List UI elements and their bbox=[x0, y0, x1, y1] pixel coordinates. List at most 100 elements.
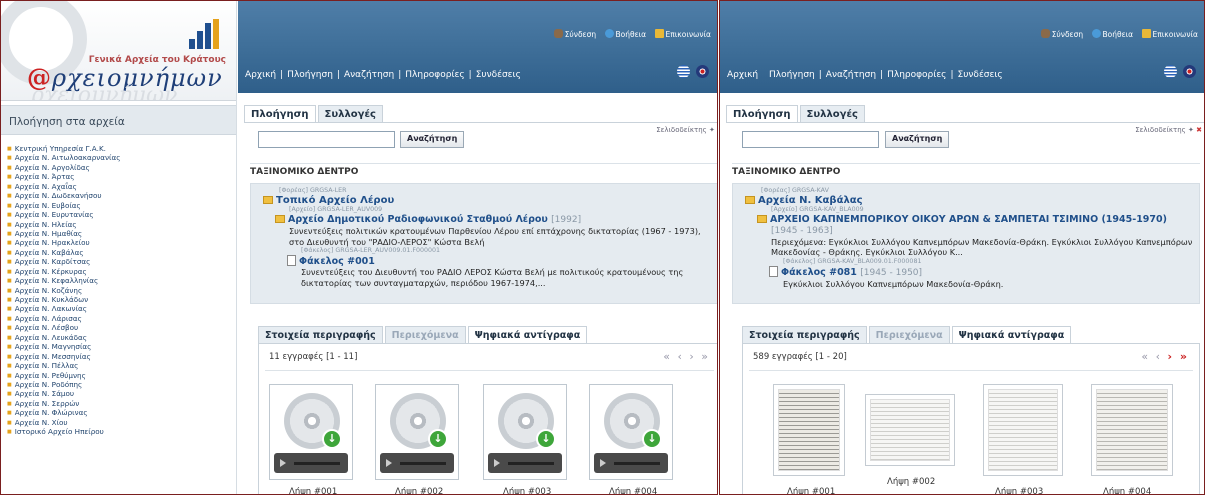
tab-browse[interactable]: Πλοήγηση bbox=[726, 105, 798, 123]
nav-info[interactable]: Πληροφορίες bbox=[405, 70, 464, 80]
nav-links[interactable]: Συνδέσεις bbox=[958, 70, 1003, 80]
tree-node-repository[interactable]: Τοπικό Αρχείο Λέρου bbox=[251, 195, 717, 206]
pager[interactable]: « ‹ › » bbox=[663, 350, 710, 363]
sidebar-item[interactable]: Αρχεία Ν. Δωδεκανήσου bbox=[7, 191, 236, 200]
sidebar-item[interactable]: Αρχεία Ν. Φλώρινας bbox=[7, 408, 236, 417]
scan-thumbnail[interactable] bbox=[773, 384, 845, 476]
download-icon[interactable]: ↓ bbox=[322, 429, 342, 449]
nav-info[interactable]: Πληροφορίες bbox=[887, 70, 946, 80]
nav-search[interactable]: Αναζήτηση bbox=[344, 70, 394, 80]
login-link[interactable]: Σύνδεση bbox=[553, 29, 596, 39]
item-caption[interactable]: Λήψη #001 bbox=[787, 487, 835, 494]
sidebar-item[interactable]: Αρχεία Ν. Λέσβου bbox=[7, 323, 236, 332]
tab-browse[interactable]: Πλοήγηση bbox=[244, 105, 316, 123]
tab-collections[interactable]: Συλλογές bbox=[799, 105, 865, 123]
sidebar-item[interactable]: Αρχεία Ν. Κυκλάδων bbox=[7, 295, 236, 304]
sidebar-item[interactable]: Αρχεία Ν. Ευρυτανίας bbox=[7, 210, 236, 219]
greek-flag-icon[interactable] bbox=[677, 65, 690, 78]
help-link[interactable]: Βοήθεια bbox=[604, 29, 646, 39]
sidebar-item[interactable]: Αρχεία Ν. Αχαΐας bbox=[7, 182, 236, 191]
tab-description[interactable]: Στοιχεία περιγραφής bbox=[742, 326, 867, 344]
tab-contents[interactable]: Περιεχόμενα bbox=[384, 326, 466, 344]
item-caption[interactable]: Λήψη #003 bbox=[503, 487, 551, 494]
sidebar-item[interactable]: Αρχεία Ν. Ηρακλείου bbox=[7, 238, 236, 247]
audio-thumbnail[interactable]: ↓ bbox=[269, 384, 353, 480]
search-button[interactable]: Αναζήτηση bbox=[885, 131, 950, 148]
audio-thumbnail[interactable]: ↓ bbox=[375, 384, 459, 480]
nav-links[interactable]: Συνδέσεις bbox=[476, 70, 521, 80]
nav-search[interactable]: Αναζήτηση bbox=[826, 70, 876, 80]
sidebar-item[interactable]: Αρχεία Ν. Πέλλας bbox=[7, 361, 236, 370]
site-logo[interactable]: Γενικά Αρχεία του Κράτους @ρχειομνήμων ρ… bbox=[1, 1, 236, 101]
sidebar-item[interactable]: Αρχεία Ν. Λευκάδας bbox=[7, 333, 236, 342]
item-caption[interactable]: Λήψη #003 bbox=[995, 487, 1043, 494]
sidebar-item[interactable]: Αρχεία Ν. Μεσσηνίας bbox=[7, 352, 236, 361]
item-caption[interactable]: Λήψη #004 bbox=[609, 487, 657, 494]
audio-thumbnail[interactable]: ↓ bbox=[589, 384, 673, 480]
contact-link[interactable]: Επικοινωνία bbox=[1141, 29, 1198, 39]
download-icon[interactable]: ↓ bbox=[428, 429, 448, 449]
search-input[interactable] bbox=[742, 131, 879, 148]
pager[interactable]: « ‹ › » bbox=[1141, 350, 1189, 363]
sidebar-item[interactable]: Αρχεία Ν. Ρεθύμνης bbox=[7, 371, 236, 380]
sidebar-item[interactable]: Αρχεία Ν. Ημαθίας bbox=[7, 229, 236, 238]
sidebar-item[interactable]: Αρχεία Ν. Σερρών bbox=[7, 399, 236, 408]
sidebar-item[interactable]: Κεντρική Υπηρεσία Γ.Α.Κ. bbox=[7, 144, 236, 153]
nav-browse[interactable]: Πλοήγηση bbox=[769, 70, 815, 80]
audio-player[interactable] bbox=[594, 453, 668, 473]
scan-thumbnail[interactable] bbox=[1091, 384, 1173, 476]
sidebar-item[interactable]: Αρχεία Ν. Χίου bbox=[7, 418, 236, 427]
sidebar-item[interactable]: Αρχεία Ν. Λάρισας bbox=[7, 314, 236, 323]
sidebar-item[interactable]: Αρχεία Ν. Ροδόπης bbox=[7, 380, 236, 389]
contact-link[interactable]: Επικοινωνία bbox=[654, 29, 711, 39]
sidebar-item[interactable]: Αρχεία Ν. Αργολίδας bbox=[7, 163, 236, 172]
tree-node-repository[interactable]: Αρχεία Ν. Καβάλας bbox=[733, 195, 1199, 206]
greek-flag-icon[interactable] bbox=[1164, 65, 1177, 78]
nav-home[interactable]: Αρχική bbox=[245, 70, 276, 80]
sidebar-item[interactable]: Αρχεία Ν. Κεφαλληνίας bbox=[7, 276, 236, 285]
item-caption[interactable]: Λήψη #002 bbox=[395, 487, 443, 494]
tab-digital-copies[interactable]: Ψηφιακά αντίγραφα bbox=[951, 326, 1072, 344]
bookmarks-link[interactable]: Σελιδοδείκτης ✦ ✖ bbox=[1135, 126, 1202, 134]
tab-digital-copies[interactable]: Ψηφιακά αντίγραφα bbox=[467, 326, 588, 344]
item-caption[interactable]: Λήψη #004 bbox=[1103, 487, 1151, 494]
sidebar-item[interactable]: Αρχεία Ν. Αιτωλοακαρνανίας bbox=[7, 153, 236, 162]
sidebar-item[interactable]: Ιστορικό Αρχείο Ηπείρου bbox=[7, 427, 236, 436]
item-caption[interactable]: Λήψη #002 bbox=[887, 477, 935, 487]
help-link[interactable]: Βοήθεια bbox=[1091, 29, 1133, 39]
bookmarks-link[interactable]: Σελιδοδείκτης ✦ ✖ bbox=[656, 126, 717, 134]
sidebar-item[interactable]: Αρχεία Ν. Καρδίτσας bbox=[7, 257, 236, 266]
english-flag-icon[interactable] bbox=[1183, 65, 1196, 78]
tree-node-folder[interactable]: Φάκελος #081 [1945 - 1950] bbox=[733, 265, 1199, 279]
login-link[interactable]: Σύνδεση bbox=[1040, 29, 1083, 39]
download-icon[interactable]: ↓ bbox=[536, 429, 556, 449]
sidebar-item[interactable]: Αρχεία Ν. Λακωνίας bbox=[7, 304, 236, 313]
english-flag-icon[interactable] bbox=[696, 65, 709, 78]
sidebar-item[interactable]: Αρχεία Ν. Μαγνησίας bbox=[7, 342, 236, 351]
sidebar-item[interactable]: Αρχεία Ν. Ευβοίας bbox=[7, 201, 236, 210]
item-caption[interactable]: Λήψη #001 bbox=[289, 487, 337, 494]
tab-description[interactable]: Στοιχεία περιγραφής bbox=[258, 326, 383, 344]
audio-thumbnail[interactable]: ↓ bbox=[483, 384, 567, 480]
nav-home[interactable]: Αρχική bbox=[727, 70, 758, 80]
audio-player[interactable] bbox=[274, 453, 348, 473]
download-icon[interactable]: ↓ bbox=[642, 429, 662, 449]
tab-contents[interactable]: Περιεχόμενα bbox=[868, 326, 950, 344]
sidebar-item[interactable]: Αρχεία Ν. Ηλείας bbox=[7, 220, 236, 229]
scan-thumbnail[interactable] bbox=[983, 384, 1063, 476]
audio-player[interactable] bbox=[380, 453, 454, 473]
scan-thumbnail[interactable] bbox=[865, 394, 955, 466]
nav-browse[interactable]: Πλοήγηση bbox=[287, 70, 333, 80]
tree-node-archive[interactable]: ΑΡΧΕΙΟ ΚΑΠΝΕΜΠΟΡΙΚΟΥ ΟΙΚΟΥ ΑΡΩΝ & ΣΑΜΠΕΤ… bbox=[733, 214, 1199, 225]
tree-node-folder[interactable]: Φάκελος #001 bbox=[251, 255, 717, 267]
audio-player[interactable] bbox=[488, 453, 562, 473]
tab-collections[interactable]: Συλλογές bbox=[317, 105, 383, 123]
sidebar-item[interactable]: Αρχεία Ν. Σάμου bbox=[7, 389, 236, 398]
sidebar-item[interactable]: Αρχεία Ν. Άρτας bbox=[7, 172, 236, 181]
sidebar-item[interactable]: Αρχεία Ν. Κέρκυρας bbox=[7, 267, 236, 276]
search-input[interactable] bbox=[258, 131, 395, 148]
tree-node-archive[interactable]: Αρχείο Δημοτικού Ραδιοφωνικού Σταθμού Λέ… bbox=[251, 214, 717, 226]
search-button[interactable]: Αναζήτηση bbox=[400, 131, 465, 148]
sidebar-item[interactable]: Αρχεία Ν. Καβάλας bbox=[7, 248, 236, 257]
sidebar-item[interactable]: Αρχεία Ν. Κοζάνης bbox=[7, 286, 236, 295]
